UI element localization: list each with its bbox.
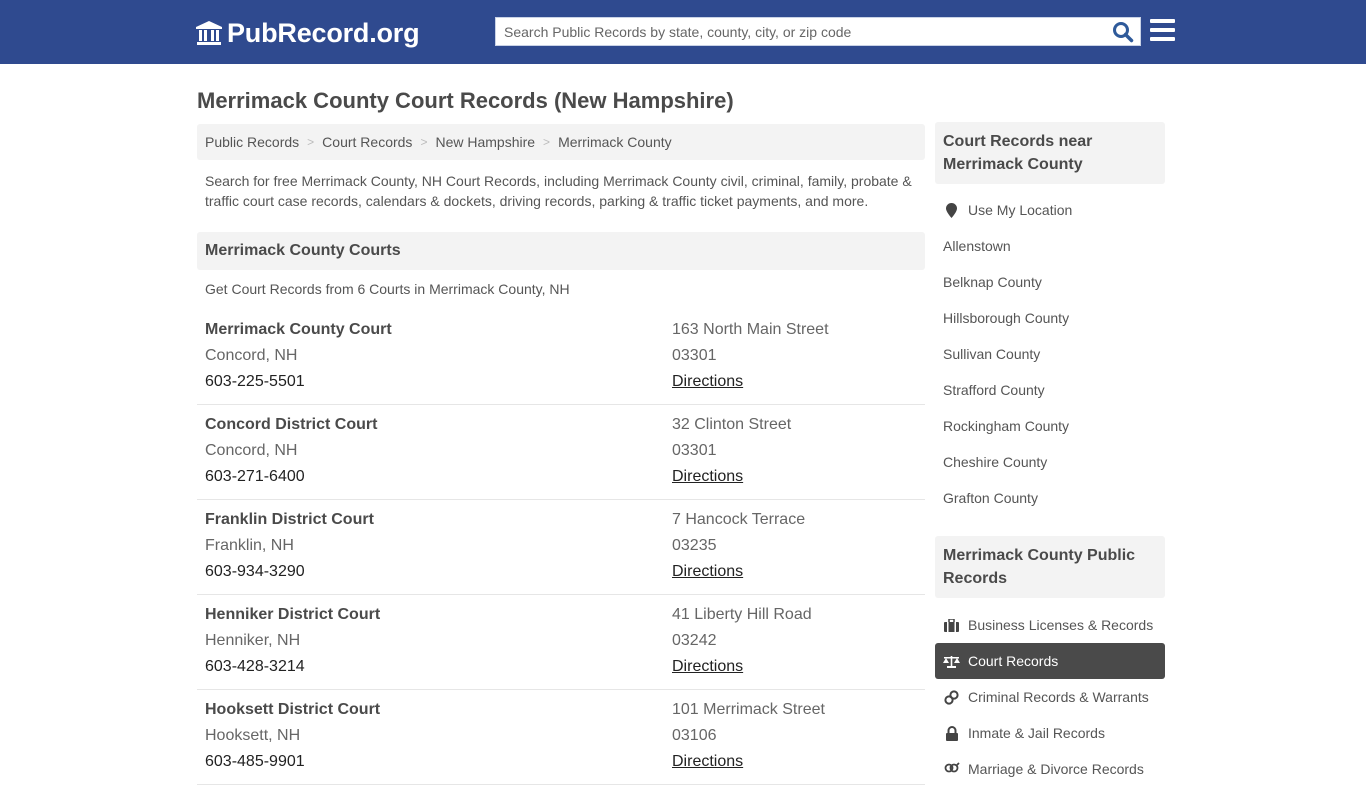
public-records-panel: Merrimack County Public Records Business… (935, 536, 1165, 787)
nearby-item-strafford-county[interactable]: Strafford County (935, 372, 1165, 408)
court-phone: 603-934-3290 (205, 563, 305, 580)
nearby-item-rockingham-county[interactable]: Rockingham County (935, 408, 1165, 444)
court-phone: 603-225-5501 (205, 373, 305, 390)
court-name: Concord District Court (205, 416, 378, 433)
hamburger-menu-icon[interactable] (1150, 19, 1176, 43)
courts-section-heading: Merrimack County Courts (197, 232, 925, 270)
top-navigation-bar: PubRecord.org (0, 0, 1366, 64)
site-logo[interactable]: PubRecord.org (195, 16, 420, 50)
court-item: Henniker District Court Henniker, NH 603… (197, 595, 925, 690)
court-phone: 603-428-3214 (205, 658, 305, 675)
nearby-heading: Court Records near Merrimack County (935, 122, 1165, 184)
court-zip: 03235 (672, 537, 717, 554)
sidebar-item-court-records[interactable]: Court Records (935, 643, 1165, 679)
court-street: 163 North Main Street (672, 321, 829, 338)
logo-text: PubRecord.org (227, 17, 420, 48)
sidebar-item-label: Criminal Records & Warrants (968, 689, 1149, 705)
public-records-list: Business Licenses & Records Court Record… (935, 607, 1165, 787)
nearby-item-allenstown[interactable]: Allenstown (935, 228, 1165, 264)
court-zip: 03242 (672, 632, 717, 649)
court-phone: 603-271-6400 (205, 468, 305, 485)
court-street: 41 Liberty Hill Road (672, 606, 812, 623)
nearby-item-hillsborough-county[interactable]: Hillsborough County (935, 300, 1165, 336)
breadcrumb-separator: > (307, 135, 315, 149)
briefcase-icon (943, 617, 960, 633)
sidebar-item-label: Court Records (968, 653, 1059, 669)
sidebar-item-marriage-records[interactable]: Marriage & Divorce Records (935, 751, 1165, 787)
directions-link[interactable]: Directions (672, 753, 743, 770)
search-icon[interactable] (1112, 21, 1134, 43)
venus-mars-icon (943, 761, 960, 777)
court-street: 7 Hancock Terrace (672, 511, 806, 528)
sidebar-item-label: Inmate & Jail Records (968, 725, 1105, 741)
court-zip: 03301 (672, 347, 717, 364)
nearby-list: Use My Location Allenstown Belknap Count… (935, 192, 1165, 516)
court-item: Concord District Court Concord, NH 603-2… (197, 405, 925, 500)
breadcrumb-court-records[interactable]: Court Records (322, 134, 412, 150)
court-zip: 03106 (672, 727, 717, 744)
directions-link[interactable]: Directions (672, 468, 743, 485)
court-name: Hooksett District Court (205, 701, 381, 718)
menu-bar (1150, 19, 1175, 23)
search-input[interactable] (496, 18, 1096, 45)
court-item: Franklin District Court Franklin, NH 603… (197, 500, 925, 595)
sidebar-item-business-licenses[interactable]: Business Licenses & Records (935, 607, 1165, 643)
court-street: 101 Merrimack Street (672, 701, 825, 718)
nearby-item-sullivan-county[interactable]: Sullivan County (935, 336, 1165, 372)
court-list: Merrimack County Court Concord, NH 603-2… (197, 310, 925, 785)
court-item: Hooksett District Court Hooksett, NH 603… (197, 690, 925, 785)
court-city: Concord, NH (205, 442, 298, 459)
courts-subheading: Get Court Records from 6 Courts in Merri… (205, 281, 570, 297)
use-my-location-link[interactable]: Use My Location (935, 192, 1165, 228)
sidebar-item-inmate-records[interactable]: Inmate & Jail Records (935, 715, 1165, 751)
court-city: Hooksett, NH (205, 727, 301, 744)
court-city: Concord, NH (205, 347, 298, 364)
balance-scale-icon (943, 653, 960, 669)
directions-link[interactable]: Directions (672, 563, 743, 580)
nearby-courts-panel: Court Records near Merrimack County Use … (935, 122, 1165, 516)
breadcrumb-separator: > (420, 135, 428, 149)
sidebar-item-label: Marriage & Divorce Records (968, 761, 1144, 777)
page-title: Merrimack County Court Records (New Hamp… (197, 88, 734, 113)
court-name: Merrimack County Court (205, 321, 392, 338)
breadcrumb-public-records[interactable]: Public Records (205, 134, 299, 150)
use-my-location-label: Use My Location (968, 202, 1073, 218)
handcuffs-icon (943, 689, 960, 705)
intro-text: Search for free Merrimack County, NH Cou… (205, 173, 912, 209)
map-marker-icon (943, 202, 960, 218)
directions-link[interactable]: Directions (672, 658, 743, 675)
sidebar-item-label: Business Licenses & Records (968, 617, 1154, 633)
lock-icon (943, 725, 960, 741)
court-city: Franklin, NH (205, 537, 294, 554)
breadcrumb: Public Records > Court Records > New Ham… (197, 124, 925, 160)
nearby-item-belknap-county[interactable]: Belknap County (935, 264, 1165, 300)
court-item: Merrimack County Court Concord, NH 603-2… (197, 310, 925, 405)
court-zip: 03301 (672, 442, 717, 459)
court-name: Henniker District Court (205, 606, 381, 623)
nearby-item-cheshire-county[interactable]: Cheshire County (935, 444, 1165, 480)
menu-bar (1150, 28, 1175, 32)
breadcrumb-new-hampshire[interactable]: New Hampshire (435, 134, 535, 150)
nearby-item-grafton-county[interactable]: Grafton County (935, 480, 1165, 516)
directions-link[interactable]: Directions (672, 373, 743, 390)
breadcrumb-merrimack-county[interactable]: Merrimack County (558, 134, 672, 150)
court-name: Franklin District Court (205, 511, 374, 528)
menu-bar (1150, 37, 1175, 41)
court-city: Henniker, NH (205, 632, 301, 649)
court-phone: 603-485-9901 (205, 753, 305, 770)
courthouse-icon (196, 21, 222, 45)
public-records-heading: Merrimack County Public Records (935, 536, 1165, 598)
sidebar-item-criminal-records[interactable]: Criminal Records & Warrants (935, 679, 1165, 715)
breadcrumb-separator: > (543, 135, 551, 149)
court-street: 32 Clinton Street (672, 416, 792, 433)
search-box (495, 17, 1141, 46)
